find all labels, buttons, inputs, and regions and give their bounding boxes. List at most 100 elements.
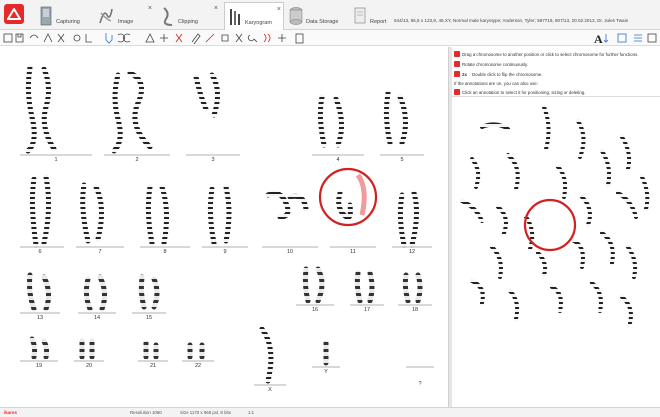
- delete-icon: [235, 33, 243, 43]
- chromosome-pair-7[interactable]: [80, 182, 104, 244]
- annotation-help-icon: [454, 89, 460, 95]
- chromosome-label-4: 4: [336, 157, 340, 163]
- chromosome-pair-3[interactable]: [193, 72, 220, 118]
- metaphase-canvas[interactable]: [452, 97, 660, 407]
- tab-clipping[interactable]: Clipping ×: [158, 2, 220, 30]
- capturing-icon: [40, 6, 52, 26]
- tab-karyogram-close-icon[interactable]: ×: [277, 6, 281, 13]
- dna-icon: [263, 33, 271, 43]
- font-icon: A: [594, 32, 603, 46]
- chromosome-label-13: 13: [36, 315, 44, 321]
- toolbar: A: [0, 30, 660, 46]
- chromosome-label-14: 14: [93, 315, 101, 321]
- zoom-icon: [247, 34, 258, 43]
- metaphase-image[interactable]: [452, 97, 660, 407]
- case-info: 544/13, 65,5 x 123,8, 46,XY, Normal male…: [394, 18, 629, 23]
- help-annotation-select: Click an annotation to select it for pos…: [462, 90, 586, 95]
- chromosome-label-7: 7: [98, 249, 102, 255]
- tab-clipping-close-icon[interactable]: ×: [214, 5, 218, 12]
- help-annotations: If the annotations are on, you can also …: [454, 81, 538, 86]
- chromosome-pair-10[interactable]: [265, 190, 309, 220]
- tab-report[interactable]: Report: [350, 2, 394, 30]
- chromosome-pair-20[interactable]: [79, 338, 95, 360]
- chromosome-label-8: 8: [163, 249, 167, 255]
- report-icon: [354, 7, 366, 24]
- tab-karyogram[interactable]: Karyogram ×: [224, 2, 284, 30]
- sort-icon: [603, 34, 609, 43]
- tab-karyogram-label: Karyogram: [245, 20, 272, 26]
- flip-icon: [454, 71, 460, 77]
- toolbar-icons: A: [3, 32, 657, 46]
- drag-icon: [454, 51, 460, 57]
- tab-image[interactable]: Image ×: [96, 2, 154, 30]
- erase-icon: [221, 34, 229, 42]
- app-logo[interactable]: [4, 4, 24, 24]
- help-panel: Drag a chromosome to another position or…: [452, 47, 660, 97]
- tab-data-storage-label: Data Storage: [306, 19, 339, 25]
- help-drag: Drag a chromosome to another position or…: [462, 52, 639, 57]
- chromosome-label-17: 17: [363, 307, 371, 313]
- save-icon: [15, 33, 24, 43]
- karyogram-area[interactable]: 1 2 3 4 5 6 7 8 9 10 11 12 13 14 15 16 1…: [0, 47, 448, 407]
- chromosome-pair-22[interactable]: [187, 342, 205, 360]
- tab-capturing[interactable]: Capturing: [36, 2, 94, 30]
- tab-image-label: Image: [118, 19, 134, 25]
- help-flip: Double click to flip the chromosome.: [472, 72, 543, 77]
- settings-icon: [647, 33, 657, 43]
- metaphase-highlight-circle[interactable]: [523, 198, 577, 252]
- chromosome-label-15: 15: [145, 315, 153, 321]
- rotate-cw-icon: [117, 33, 126, 43]
- chromosome-label-unknown: ?: [418, 381, 422, 387]
- mirror-icon: [73, 34, 81, 42]
- status-zoom: 1:1: [248, 410, 255, 415]
- chromosome-label-9: 9: [223, 249, 227, 255]
- chromosome-pair-16[interactable]: [302, 266, 325, 304]
- chromosome-pair-15[interactable]: [138, 274, 160, 310]
- measure-icon: [85, 34, 92, 43]
- chromosome-label-19: 19: [35, 363, 43, 369]
- karyogram-canvas[interactable]: [0, 47, 448, 407]
- straighten-icon: [160, 34, 168, 42]
- chromosome-x[interactable]: [259, 326, 274, 384]
- chromosome-label-16: 16: [311, 307, 319, 313]
- chromosome-pair-9[interactable]: [207, 184, 232, 246]
- chromosome-pair-21[interactable]: [143, 340, 159, 360]
- tab-clipping-label: Clipping: [178, 19, 198, 25]
- chromosome-pair-12[interactable]: [397, 190, 420, 248]
- chromosome-label-10: 10: [286, 249, 294, 255]
- chromosome-pair-8[interactable]: [145, 184, 170, 246]
- karyogram-icon: [230, 9, 240, 25]
- status-bar: ikaros Resolution 1050 Size 1170 x 965 p…: [0, 407, 660, 417]
- rotate-help-icon: [454, 61, 460, 67]
- karyotyping-app: Capturing Image × Clipping × Karyogram ×…: [0, 0, 660, 417]
- data-storage-icon: [289, 7, 303, 25]
- grid-icon: [617, 33, 627, 43]
- tab-capturing-label: Capturing: [56, 19, 80, 25]
- document-icon: [295, 33, 304, 44]
- tab-report-label: Report: [370, 19, 387, 25]
- rotate-icon: [57, 33, 65, 43]
- chromosome-pair-6[interactable]: [29, 174, 52, 248]
- chromosome-pair-2[interactable]: [111, 70, 153, 154]
- open-icon: [3, 33, 13, 43]
- chromosome-label-11: 11: [350, 249, 356, 255]
- chromosome-pair-13[interactable]: [27, 272, 52, 312]
- chromosome-label-y: Y: [324, 369, 328, 375]
- warning-icon: [145, 33, 155, 43]
- chromosome-pair-19[interactable]: [29, 336, 50, 360]
- chromosome-pair-11[interactable]: [336, 190, 353, 220]
- chromosome-pair-1[interactable]: [25, 64, 57, 154]
- chromosome-pair-17[interactable]: [354, 270, 375, 304]
- chromosome-pair-18[interactable]: [402, 272, 423, 304]
- chromosome-pair-4[interactable]: [317, 94, 344, 148]
- chromosome-label-3: 3: [211, 157, 215, 163]
- tab-image-close-icon[interactable]: ×: [148, 5, 152, 12]
- tab-data-storage[interactable]: Data Storage: [286, 2, 344, 30]
- clipping-icon: [163, 7, 173, 26]
- chromosome-label-22: 22: [194, 363, 202, 369]
- chromosome-label-21: 21: [149, 363, 157, 369]
- chromosome-pair-5[interactable]: [383, 90, 408, 146]
- chromosome-pair-14[interactable]: [83, 274, 108, 312]
- chromosome-label-18: 18: [411, 307, 419, 313]
- line-icon: [205, 33, 215, 43]
